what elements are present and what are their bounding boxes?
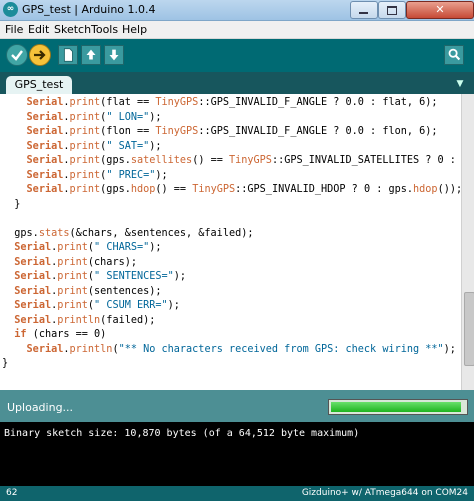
code-line: Serial.println("** No characters receive…: [26, 343, 456, 355]
console-output[interactable]: Binary sketch size: 10,870 bytes (of a 6…: [0, 422, 474, 486]
code-line: }: [2, 358, 9, 369]
check-icon: [11, 50, 23, 61]
scrollbar-thumb[interactable]: [464, 292, 474, 366]
upload-progress-bar: [328, 399, 468, 415]
code-line: Serial.print(flon == TinyGPS::GPS_INVALI…: [26, 126, 438, 137]
tab-bar: GPS_test ▼: [0, 72, 474, 94]
status-message: Uploading...: [7, 401, 74, 414]
menu-bar: File Edit Sketch Tools Help: [0, 21, 474, 39]
code-line: Serial.print(" CSUM ERR=");: [14, 300, 180, 311]
code-line: Serial.print(gps.satellites() == TinyGPS…: [26, 155, 461, 166]
code-text: Serial.print(flat == TinyGPS::GPS_INVALI…: [0, 96, 461, 372]
maximize-button[interactable]: [378, 1, 406, 19]
title-bar: ∞ GPS_test | Arduino 1.0.4 ✕: [0, 0, 474, 21]
code-editor[interactable]: Serial.print(flat == TinyGPS::GPS_INVALI…: [0, 94, 461, 390]
window-title: GPS_test | Arduino 1.0.4: [22, 3, 156, 16]
upload-progress-fill: [331, 402, 461, 412]
code-line: Serial.print(flat == TinyGPS::GPS_INVALI…: [26, 97, 438, 108]
upload-button[interactable]: [29, 44, 51, 66]
save-button[interactable]: [104, 45, 124, 65]
menu-edit[interactable]: Edit: [28, 23, 49, 36]
code-line: Serial.print(chars);: [14, 256, 137, 268]
tab-gps-test[interactable]: GPS_test: [6, 76, 72, 94]
tab-menu-button[interactable]: ▼: [452, 77, 468, 91]
code-line: Serial.print(" CHARS=");: [14, 242, 162, 253]
code-line: Serial.print(" SAT=");: [26, 140, 162, 152]
arrow-up-icon: [86, 49, 96, 60]
close-button[interactable]: ✕: [406, 1, 474, 19]
menu-help[interactable]: Help: [122, 23, 147, 36]
arrow-down-icon: [109, 49, 119, 61]
serial-monitor-button[interactable]: [444, 45, 464, 65]
bottom-status-bar: 62 Gizduino+ w/ ATmega644 on COM24: [0, 486, 474, 501]
code-line: Serial.println(failed);: [14, 314, 156, 326]
code-line: Serial.print(" PREC=");: [26, 169, 168, 181]
code-line: if (chars == 0): [14, 329, 107, 340]
arduino-logo-icon: ∞: [3, 2, 18, 17]
board-info: Gizduino+ w/ ATmega644 on COM24: [301, 488, 468, 498]
menu-sketch[interactable]: Sketch: [54, 23, 91, 36]
new-button[interactable]: [58, 45, 78, 65]
code-line: Serial.print(" SENTENCES=");: [14, 271, 187, 282]
menu-tools[interactable]: Tools: [91, 23, 118, 36]
verify-button[interactable]: [6, 44, 28, 66]
code-line: }: [2, 198, 21, 210]
magnifier-icon: [448, 48, 461, 61]
code-line: Serial.print(" LON=");: [26, 111, 162, 123]
arrow-right-icon: [34, 50, 46, 60]
toolbar: [0, 39, 474, 72]
minimize-button[interactable]: [350, 1, 378, 19]
menu-file[interactable]: File: [5, 23, 23, 36]
code-line: gps.stats(&chars, &sentences, &failed);: [2, 227, 254, 239]
vertical-scrollbar[interactable]: [461, 94, 474, 390]
line-number: 62: [6, 488, 18, 498]
console-text: Binary sketch size: 10,870 bytes (of a 6…: [4, 428, 360, 439]
code-line: Serial.print(sentences);: [14, 285, 162, 297]
code-line: Serial.print(gps.hdop() == TinyGPS::GPS_…: [26, 184, 461, 195]
open-button[interactable]: [81, 45, 101, 65]
new-file-icon: [63, 48, 73, 62]
